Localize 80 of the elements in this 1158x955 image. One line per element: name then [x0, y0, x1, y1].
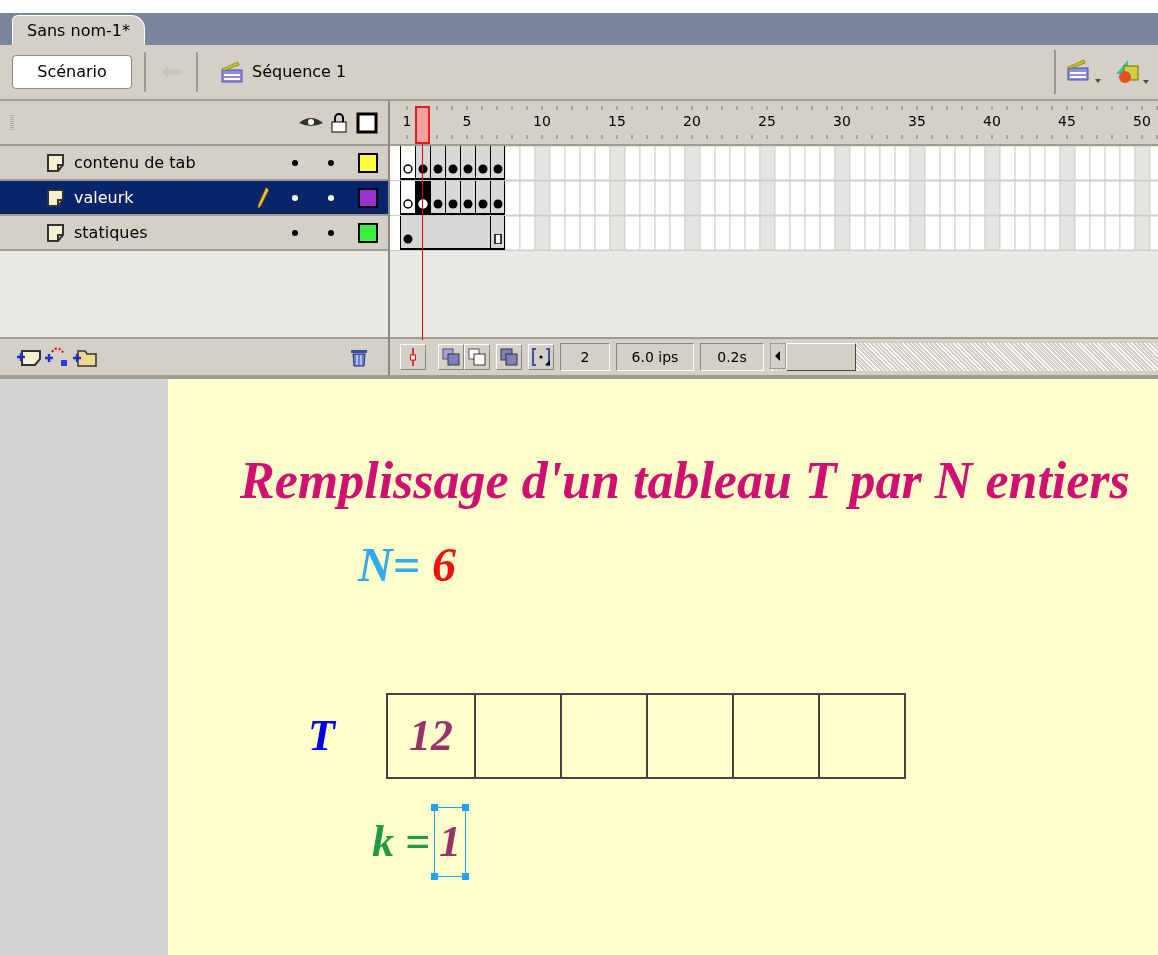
timeline-frame[interactable] [445, 146, 460, 180]
layer-name: valeurk [74, 186, 135, 209]
selection-handle[interactable] [431, 804, 439, 811]
edit-scene-icon[interactable] [1066, 59, 1102, 85]
stage-title: Remplissage d'un tableau T par N entiers [240, 455, 1131, 507]
visibility-dot-icon[interactable] [292, 229, 298, 236]
edit-symbols-icon[interactable] [1114, 58, 1150, 86]
lock-icon[interactable] [330, 112, 348, 133]
layer-name: contenu de tab [74, 151, 197, 174]
timeline-frame[interactable] [475, 146, 490, 180]
playhead[interactable] [415, 106, 430, 340]
drag-handle-icon[interactable] [10, 112, 14, 133]
frame-number: 20 [683, 112, 701, 131]
frame-number: 50 [1133, 112, 1151, 131]
edit-multiple-frames-icon[interactable] [496, 344, 522, 370]
scene-button[interactable]: Scénario [12, 55, 132, 89]
layer-icon[interactable] [46, 152, 66, 173]
lock-dot-icon[interactable] [328, 229, 334, 236]
sequence-label: Séquence 1 [252, 61, 347, 83]
timeline-frame[interactable] [415, 181, 430, 215]
layer-icon[interactable] [46, 222, 66, 243]
timeline-frame[interactable] [490, 146, 505, 180]
add-guide-layer-icon[interactable] [44, 346, 70, 368]
timeline-frame[interactable] [400, 216, 415, 250]
timeline-frame[interactable] [400, 146, 415, 180]
frame-number: 5 [462, 112, 472, 131]
scroll-left-icon[interactable] [770, 343, 786, 371]
timeline-frame[interactable] [460, 181, 475, 215]
frame-number: 15 [608, 112, 626, 131]
timeline-frame[interactable] [490, 181, 505, 215]
lock-dot-icon[interactable] [328, 159, 334, 166]
k-value[interactable]: 1 [434, 807, 467, 877]
onion-skin-icon[interactable] [438, 344, 464, 370]
n-label: N= [358, 541, 420, 589]
timeline-frame[interactable] [445, 181, 460, 215]
timeline-frame[interactable] [475, 216, 490, 250]
horizontal-scrollbar[interactable] [770, 343, 1158, 371]
pencil-icon[interactable] [256, 185, 270, 210]
table-cell-text: 12 [408, 710, 454, 762]
timeline-frame[interactable] [430, 146, 445, 180]
onion-markers-icon[interactable] [528, 344, 554, 370]
frame-number: 30 [833, 112, 851, 131]
timeline-frame[interactable] [400, 181, 415, 215]
clapperboard-icon[interactable] [220, 61, 244, 83]
k-label: k = [372, 816, 431, 868]
frame-number: 45 [1058, 112, 1076, 131]
current-frame-field: 2 [560, 343, 610, 371]
n-value: 6 [432, 541, 456, 589]
visibility-dot-icon[interactable] [292, 194, 298, 201]
frame-number: 40 [983, 112, 1001, 131]
lock-dot-icon[interactable] [328, 194, 334, 201]
frame-number: 25 [758, 112, 776, 131]
timeline-frame[interactable] [460, 146, 475, 180]
add-layer-icon[interactable] [16, 347, 42, 367]
selection-handle[interactable] [462, 873, 470, 880]
keyframe-icon[interactable] [492, 199, 503, 209]
frame-number: 35 [908, 112, 926, 131]
timeline-frame[interactable] [490, 216, 505, 250]
onion-outline-icon[interactable] [464, 344, 490, 370]
center-frame-icon[interactable] [400, 344, 426, 370]
keyframe-icon[interactable] [403, 234, 413, 244]
end-frame-icon[interactable] [492, 234, 503, 244]
keyframe-icon[interactable] [492, 164, 503, 174]
layer-row[interactable]: valeurk [0, 181, 388, 216]
frame-number: 1 [402, 112, 412, 131]
t-label: T [308, 710, 338, 762]
timeline-frame[interactable] [475, 181, 490, 215]
selection-handle[interactable] [431, 873, 439, 880]
visibility-dot-icon[interactable] [292, 159, 298, 166]
frame-rate-field: 6.0 ips [616, 343, 694, 371]
elapsed-time-field: 0.2s [700, 343, 764, 371]
layer-icon[interactable] [46, 187, 66, 208]
outline-icon[interactable] [356, 111, 378, 134]
selection-handle[interactable] [462, 804, 470, 811]
trash-icon[interactable] [350, 347, 368, 367]
frame-number: 10 [533, 112, 551, 131]
layer-name: statiques [74, 221, 149, 244]
timeline-frame[interactable] [415, 146, 430, 180]
document-tab[interactable]: Sans nom-1* [12, 15, 145, 45]
timeline-frame[interactable] [430, 181, 445, 215]
